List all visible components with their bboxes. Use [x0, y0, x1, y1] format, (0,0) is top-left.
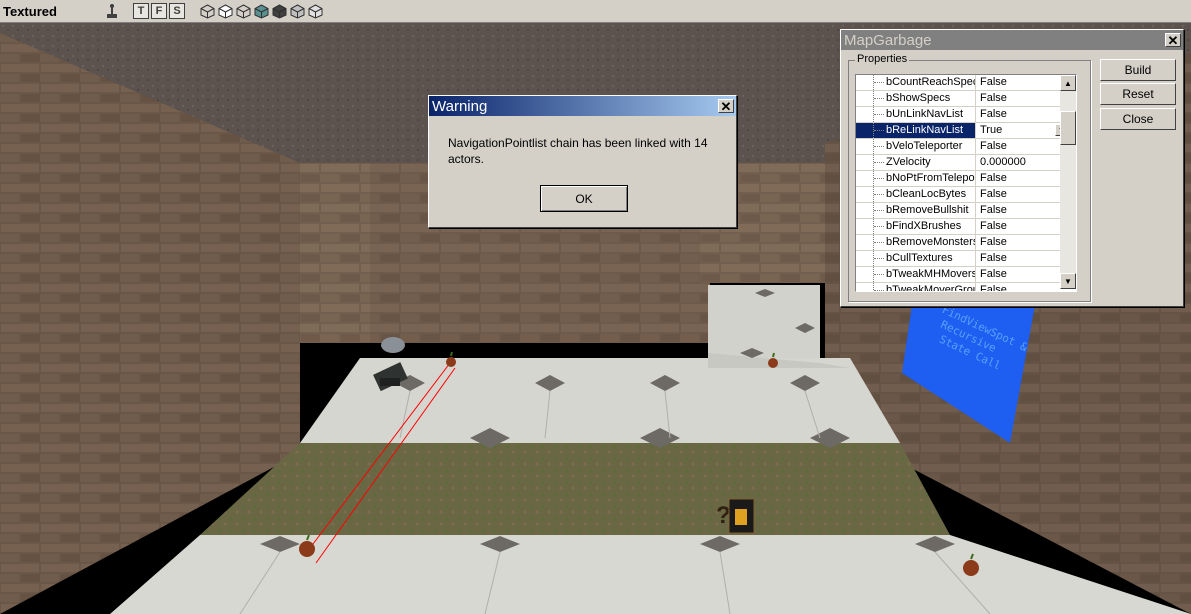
property-name: bReLinkNavList [856, 123, 976, 138]
lit-cube-icon[interactable] [253, 3, 270, 20]
property-grid[interactable]: bCountReachSpecs False bShowSpecs False bUnL… [855, 74, 1077, 292]
scroll-thumb[interactable] [1060, 111, 1076, 145]
warning-dialog: Warning ✕ NavigationPointlist chain has … [428, 95, 737, 228]
warning-title: Warning [432, 97, 488, 115]
svg-text:?: ? [716, 502, 731, 529]
texture-usage-cube-icon[interactable] [235, 3, 252, 20]
front-view-button[interactable]: F [151, 3, 167, 19]
properties-label: Properties [855, 53, 910, 65]
build-button[interactable]: Build [1100, 59, 1176, 81]
property-value-text: False [980, 140, 1007, 152]
property-name: bTweakMoverGroup [856, 283, 976, 291]
joystick-icon[interactable] [103, 3, 120, 20]
warning-titlebar[interactable]: Warning ✕ [429, 96, 736, 116]
property-value-text: False [980, 252, 1007, 264]
property-value-text: False [980, 220, 1007, 232]
property-row[interactable]: bRemoveBullshit False [856, 203, 1076, 219]
mapgarbage-dialog: MapGarbage ✕ Properties bCountReachSpecs… [840, 29, 1184, 307]
property-row[interactable]: bRemoveMonsters False [856, 235, 1076, 251]
property-row[interactable]: bCleanLocBytes False [856, 187, 1076, 203]
property-name: bCullTextures [856, 251, 976, 266]
side-view-button[interactable]: S [169, 3, 185, 19]
property-name: bShowSpecs [856, 91, 976, 106]
warning-message: NavigationPointlist chain has been linke… [448, 136, 708, 166]
property-value-text: False [980, 268, 1007, 280]
scroll-up-button[interactable]: ▲ [1060, 75, 1076, 91]
property-row[interactable]: bCountReachSpecs False [856, 75, 1076, 91]
property-value-text: False [980, 204, 1007, 216]
pickup-icon[interactable] [446, 351, 456, 367]
property-value-text: False [980, 236, 1007, 248]
property-row[interactable]: bTweakMHMovers False [856, 267, 1076, 283]
property-row[interactable]: bShowSpecs False [856, 91, 1076, 107]
viewport-mode-label[interactable]: Textured [0, 4, 103, 19]
ok-button[interactable]: OK [540, 185, 628, 212]
property-name: bRemoveBullshit [856, 203, 976, 218]
property-row[interactable]: ZVelocity 0.000000 [856, 155, 1076, 171]
zone-cube-icon[interactable] [217, 3, 234, 20]
property-row[interactable]: bUnLinkNavList False [856, 107, 1076, 123]
property-value-text: True [980, 124, 1003, 136]
property-name: bCountReachSpecs [856, 75, 976, 90]
scroll-down-button[interactable]: ▼ [1060, 273, 1076, 289]
property-name: bVeloTeleporter [856, 139, 976, 154]
top-view-button[interactable]: T [133, 3, 149, 19]
property-value-text: False [980, 76, 1007, 88]
property-value-text: 0.000000 [980, 156, 1026, 168]
property-row[interactable]: bFindXBrushes False [856, 219, 1076, 235]
viewport-toolbar: Textured T F S [0, 0, 1191, 23]
property-row[interactable]: bNoPtFromTeleporter False [856, 171, 1076, 187]
property-value-text: False [980, 92, 1007, 104]
property-row[interactable]: bReLinkNavListTrue▼ [856, 123, 1076, 139]
property-scrollbar[interactable]: ▲ ▼ [1060, 75, 1076, 289]
property-name: bUnLinkNavList [856, 107, 976, 122]
property-row[interactable]: bTweakMoverGroup False [856, 283, 1076, 292]
property-row[interactable]: bVeloTeleporter False [856, 139, 1076, 155]
mapgarbage-title: MapGarbage [844, 31, 932, 49]
mapgarbage-close-button[interactable]: ✕ [1165, 33, 1181, 47]
property-name: bTweakMHMovers [856, 267, 976, 282]
mapgarbage-titlebar[interactable]: MapGarbage ✕ [841, 30, 1183, 50]
properties-group: Properties bCountReachSpecs False bShowSpe… [848, 53, 1091, 302]
property-name: bFindXBrushes [856, 219, 976, 234]
bsp-cube-icon[interactable] [271, 3, 288, 20]
property-name: bCleanLocBytes [856, 187, 976, 202]
wireframe-cube-icon[interactable] [199, 3, 216, 20]
unlit-cube-icon[interactable] [307, 3, 324, 20]
property-name: bNoPtFromTeleporter [856, 171, 976, 186]
dynamic-light-cube-icon[interactable] [289, 3, 306, 20]
info-actor-icon[interactable]: ? [716, 498, 755, 534]
warning-close-button[interactable]: ✕ [718, 99, 734, 113]
property-value-text: False [980, 108, 1007, 120]
property-value-text: False [980, 188, 1007, 200]
property-row[interactable]: bCullTextures False [856, 251, 1076, 267]
property-value-text: False [980, 284, 1007, 292]
property-name: bRemoveMonsters [856, 235, 976, 250]
reset-button[interactable]: Reset [1100, 83, 1176, 105]
property-name: ZVelocity [856, 155, 976, 170]
close-button[interactable]: Close [1100, 108, 1176, 130]
property-value-text: False [980, 172, 1007, 184]
